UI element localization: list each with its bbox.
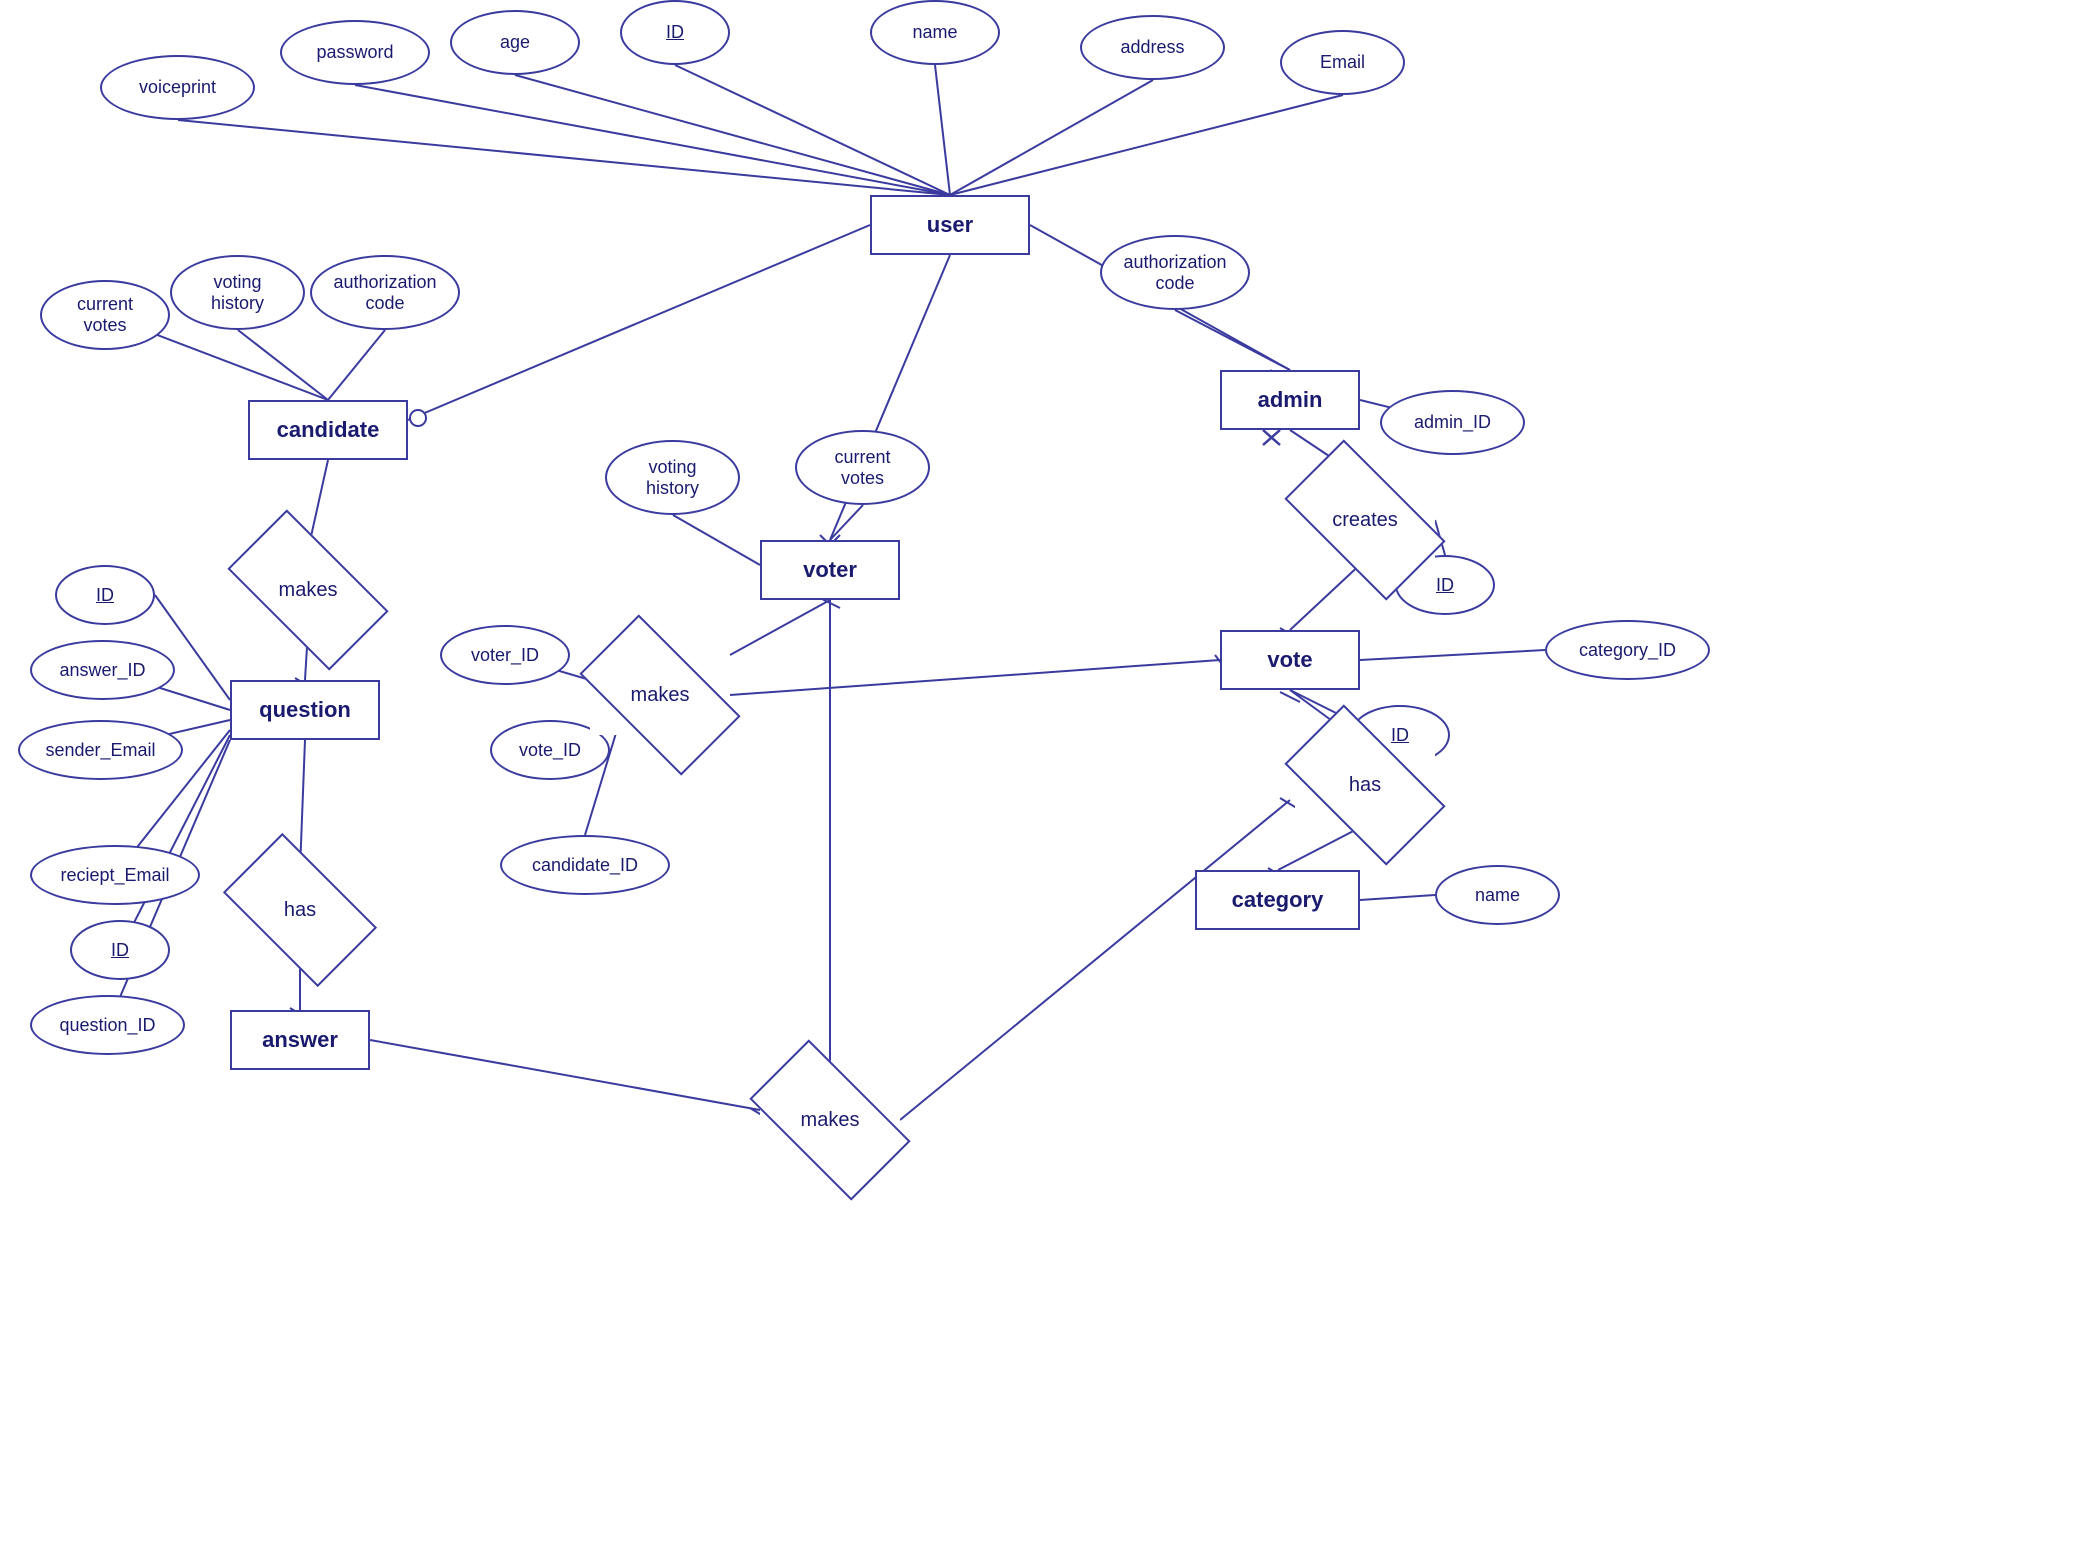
- attr-q-question-id: question_ID: [30, 995, 185, 1055]
- attr-user-age: age: [450, 10, 580, 75]
- attr-voter-voting-history: voting history: [605, 440, 740, 515]
- entity-answer: answer: [230, 1010, 370, 1070]
- attr-user-email: Email: [1280, 30, 1405, 95]
- diamond-creates: creates: [1295, 480, 1435, 560]
- attr-q-sender-email: sender_Email: [18, 720, 183, 780]
- entity-vote: vote: [1220, 630, 1360, 690]
- attr-makes-candidate-id: candidate_ID: [500, 835, 670, 895]
- attr-cand-voting-history: voting history: [170, 255, 305, 330]
- attr-makes-voter-id: voter_ID: [440, 625, 570, 685]
- attr-user-address: address: [1080, 15, 1225, 80]
- entity-admin: admin: [1220, 370, 1360, 430]
- attr-admin-auth-code: authorization code: [1100, 235, 1250, 310]
- attr-q-reciept-email: reciept_Email: [30, 845, 200, 905]
- er-lines: [0, 0, 2090, 1566]
- attr-user-password: password: [280, 20, 430, 85]
- entity-voter: voter: [760, 540, 900, 600]
- diamond-makes-voter: makes: [590, 655, 730, 735]
- diamond-has-question: has: [235, 870, 365, 950]
- entity-user: user: [870, 195, 1030, 255]
- attr-user-voiceprint: voiceprint: [100, 55, 255, 120]
- attr-user-id: ID: [620, 0, 730, 65]
- attr-cand-current-votes: current votes: [40, 280, 170, 350]
- attr-voter-current-votes: current votes: [795, 430, 930, 505]
- attr-user-name: name: [870, 0, 1000, 65]
- attr-vote-category-id: category_ID: [1545, 620, 1710, 680]
- entity-question: question: [230, 680, 380, 740]
- entity-category: category: [1195, 870, 1360, 930]
- er-diagram: user candidate voter admin vote category…: [0, 0, 2090, 1566]
- attr-q-id: ID: [55, 565, 155, 625]
- attr-q-id2: ID: [70, 920, 170, 980]
- attr-category-name: name: [1435, 865, 1560, 925]
- attr-admin-id: admin_ID: [1380, 390, 1525, 455]
- diamond-has-vote: has: [1295, 745, 1435, 825]
- entity-candidate: candidate: [248, 400, 408, 460]
- attr-cand-auth-code: authorization code: [310, 255, 460, 330]
- attr-q-answer-id: answer_ID: [30, 640, 175, 700]
- diamond-makes-answer: makes: [760, 1080, 900, 1160]
- diamond-makes-cand: makes: [238, 550, 378, 630]
